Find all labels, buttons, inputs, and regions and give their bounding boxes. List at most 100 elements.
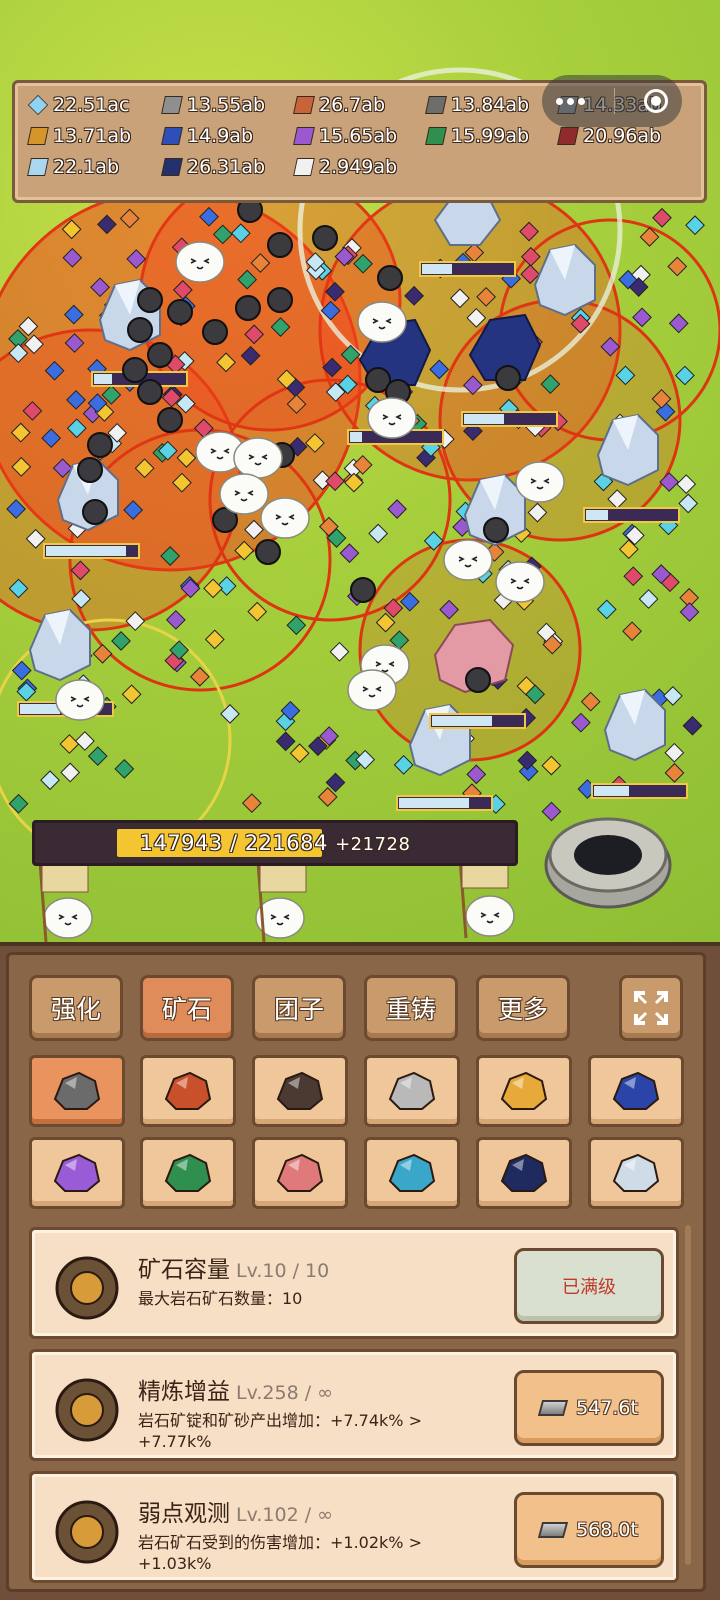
upgrade-card: 弱点观测 Lv.102 / ∞ 岩石矿石受到的伤害增加：+1.02k% > +1.0… — [29, 1471, 679, 1583]
resource-amount: 13.55ab — [187, 94, 266, 116]
upgrade-button[interactable]: 已满级 — [514, 1248, 664, 1324]
ore-slot[interactable] — [29, 1055, 125, 1127]
ore-slot[interactable] — [364, 1137, 460, 1209]
upgrade-button[interactable]: 568.0t — [514, 1492, 664, 1568]
upgrade-description: 岩石矿锭和矿砂产出增加：+7.74k% > +7.77k% — [138, 1411, 422, 1451]
resource-item: 13.84ab — [425, 91, 530, 119]
ingot-cost-icon — [537, 1522, 569, 1538]
upgrade-card: 矿石容量 Lv.10 / 10 最大岩石矿石数量：10 已满级 — [29, 1227, 679, 1339]
ore-slot[interactable] — [588, 1137, 684, 1209]
crystal-ore[interactable] — [603, 688, 666, 762]
emerald-ore-icon — [164, 1153, 212, 1192]
ore-slot[interactable] — [140, 1137, 236, 1209]
resource-item: 15.65ab — [293, 122, 397, 150]
gem-drop — [570, 712, 591, 733]
ore-slot[interactable] — [29, 1137, 125, 1209]
progress-max: 221684 — [244, 831, 328, 855]
fullscreen-button[interactable] — [619, 975, 683, 1041]
ore-slot[interactable] — [252, 1055, 348, 1127]
gem-drop — [393, 754, 414, 775]
gem-drop — [387, 499, 407, 519]
tab-reforge[interactable]: 重铸 — [364, 975, 458, 1041]
upgrade-level: Lv.258 / ∞ — [236, 1382, 333, 1404]
bomb-projectile — [87, 432, 113, 458]
tab-dango-label: 团子 — [273, 995, 324, 1024]
progress-separator: / — [222, 831, 245, 855]
bomb-projectile — [137, 287, 163, 313]
gem-drop — [664, 742, 685, 763]
tab-more[interactable]: 更多 — [476, 975, 570, 1041]
gem-drop — [286, 615, 307, 636]
copper-ore-icon — [164, 1071, 212, 1110]
more-menu-icon[interactable] — [556, 97, 586, 105]
gold-ore-icon — [500, 1071, 548, 1110]
gem-drop — [678, 493, 699, 514]
resource-item: 22.51ac — [27, 91, 130, 119]
dango-unit — [43, 897, 93, 939]
close-miniprogram-icon[interactable] — [643, 89, 668, 113]
refinery-furnace-icon — [55, 1378, 119, 1442]
gem-drop — [668, 313, 689, 334]
obsidian-ingot-icon — [161, 158, 183, 176]
gem-drop — [685, 215, 705, 236]
gem-drop — [632, 307, 652, 328]
dango-unit — [515, 461, 565, 503]
bomb-projectile — [127, 317, 153, 343]
gem-drop — [623, 566, 644, 587]
miniprogram-capsule[interactable] — [542, 75, 682, 127]
bottom-menu-frame: 强化 矿石 团子 重铸 更多 矿石容量 Lv.10 / 10 最大岩石矿石数量：10… — [6, 952, 706, 1592]
ore-slot[interactable] — [476, 1055, 572, 1127]
gem-drop — [40, 770, 60, 791]
tab-enhance[interactable]: 强化 — [29, 975, 123, 1041]
stage-progress-bar: 147943 / 221684 +21728 — [32, 820, 518, 866]
resource-item: 26.7ab — [293, 91, 385, 119]
dango-unit — [55, 679, 105, 721]
gem-drop — [664, 762, 685, 783]
ingot-cost-icon — [537, 1400, 569, 1416]
resource-amount: 13.84ab — [451, 94, 530, 116]
gem-drop — [74, 731, 95, 751]
stone-well[interactable] — [544, 817, 672, 909]
upgrade-name: 精炼增益 — [138, 1379, 230, 1405]
game-field[interactable]: 22.51ac13.55ab26.7ab13.84ab14.33ab13.71a… — [0, 0, 720, 965]
ore-slot[interactable] — [476, 1137, 572, 1209]
resource-amount: 14.9ab — [187, 125, 254, 147]
tab-dango[interactable]: 团子 — [252, 975, 346, 1041]
gem-drop — [165, 609, 186, 630]
dango-unit — [357, 301, 407, 343]
resource-amount: 22.51ac — [53, 94, 130, 116]
capsule-divider — [613, 88, 615, 114]
upgrade-button-label: 547.6t — [576, 1397, 638, 1419]
gem-drop — [622, 621, 642, 642]
gem-drop — [247, 601, 268, 622]
gem-drop — [662, 686, 683, 706]
diamond-ore-icon — [612, 1153, 660, 1192]
gem-drop — [121, 684, 142, 705]
bomb-projectile — [255, 539, 281, 565]
progress-current: 147943 — [139, 831, 223, 855]
upgrade-list-scrollbar[interactable] — [685, 1225, 691, 1565]
dango-unit — [495, 561, 545, 603]
aquamarine-ore-icon — [388, 1153, 436, 1192]
resource-item: 2.949ab — [293, 153, 397, 181]
ore-slot[interactable] — [364, 1055, 460, 1127]
silver-ore-icon — [388, 1071, 436, 1110]
resource-item: 13.71ab — [27, 122, 131, 150]
gem-drop — [638, 589, 659, 609]
gem-drop — [580, 691, 601, 712]
bottom-menu-panel: 强化 矿石 团子 重铸 更多 矿石容量 Lv.10 / 10 最大岩石矿石数量：10… — [0, 942, 720, 1600]
stage-progress-text: 147943 / 221684 +21728 — [35, 831, 515, 855]
upgrade-title: 精炼增益 Lv.258 / ∞ — [138, 1372, 333, 1406]
tab-ore[interactable]: 矿石 — [140, 975, 234, 1041]
upgrade-button[interactable]: 547.6t — [514, 1370, 664, 1446]
bomb-projectile — [202, 319, 228, 345]
ore-slot[interactable] — [588, 1055, 684, 1127]
ore-slot[interactable] — [252, 1137, 348, 1209]
upgrade-button-label: 已满级 — [562, 1277, 616, 1298]
gem-drop — [329, 641, 350, 662]
ore-slot[interactable] — [140, 1055, 236, 1127]
upgrade-description: 最大岩石矿石数量：10 — [138, 1289, 303, 1308]
tab-enhance-label: 强化 — [50, 995, 101, 1024]
steel-ingot-icon — [425, 96, 447, 114]
gem-drop — [676, 474, 697, 494]
